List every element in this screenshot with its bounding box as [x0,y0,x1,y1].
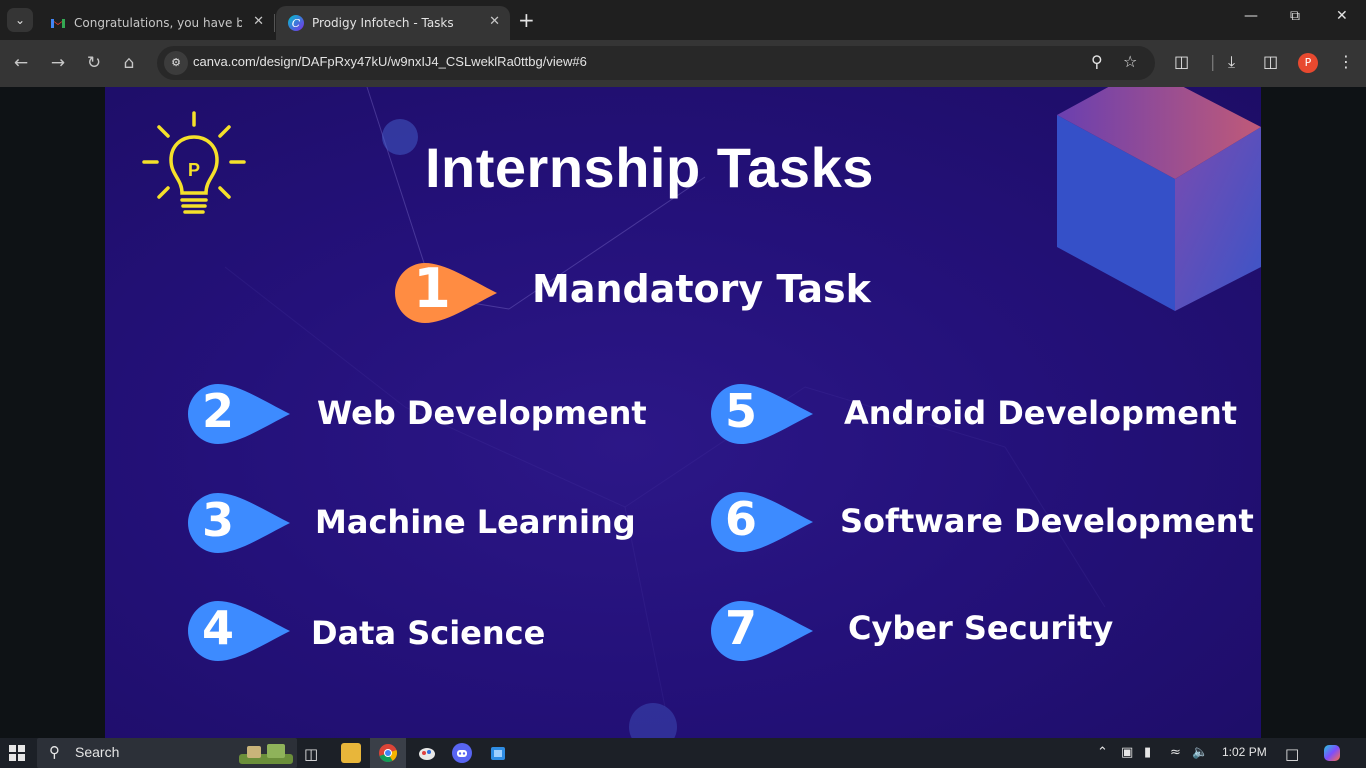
copilot-icon[interactable] [1322,743,1342,763]
windows-start-icon[interactable] [9,745,25,761]
lightbulb-logo-icon: P [142,111,246,214]
close-icon[interactable]: ✕ [489,14,500,29]
task-number: 5 [724,384,757,438]
site-info-icon[interactable]: ⚙ [164,51,188,75]
tab-gmail[interactable]: Congratulations, you have been ✕ [38,6,274,40]
new-tab-button[interactable]: + [518,8,535,32]
file-explorer-icon[interactable] [341,743,361,763]
address-bar[interactable]: ⚙ canva.com/design/DAFpRxy47kU/w9nxIJ4_C… [157,46,1155,80]
extensions-icon[interactable]: ◫ [1174,52,1189,71]
canva-icon: C [288,15,304,31]
task-label: Software Development [840,502,1254,540]
task-number: 7 [724,601,757,655]
system-clock[interactable]: 1:02 PM [1222,745,1267,759]
menu-kebab-icon[interactable]: ⋮ [1338,52,1354,71]
tab-title: Congratulations, you have been [74,16,242,30]
meet-now-icon[interactable]: ▣ [1121,745,1133,760]
task-item-mandatory: 1 Mandatory Task [393,257,913,325]
browser-tab-strip: ⌄ Congratulations, you have been ✕ C Pro… [0,0,1366,40]
discord-icon[interactable] [452,743,472,763]
task-label: Cyber Security [848,609,1114,647]
tab-title: Prodigy Infotech - Tasks [312,16,454,30]
presentation-slide: P Internship Tasks 1 Mandatory Task 2 We… [105,87,1261,738]
tab-separator [274,14,275,32]
task-label: Mandatory Task [532,267,871,311]
url-text[interactable]: canva.com/design/DAFpRxy47kU/w9nxIJ4_CSL… [193,54,587,69]
chrome-icon[interactable] [378,743,398,763]
close-icon[interactable]: ✕ [253,14,264,29]
side-panel-icon[interactable]: ◫ [1263,52,1278,71]
task-label: Machine Learning [315,503,636,541]
task-item-android-development: 5 Android Development [709,382,1237,446]
task-item-machine-learning: 3 Machine Learning [186,491,706,555]
store-app-icon[interactable] [488,743,508,763]
wifi-icon[interactable]: ≈ [1170,745,1181,760]
search-placeholder: Search [75,744,120,760]
notification-icon[interactable]: □ [1285,745,1299,763]
taskbar-search-box[interactable]: ⚲ Search [37,738,297,768]
page-viewport: P Internship Tasks 1 Mandatory Task 2 We… [0,87,1366,738]
task-item-web-development: 2 Web Development [186,382,706,446]
toolbar-divider: | [1210,52,1216,71]
forward-icon[interactable]: → [45,50,71,76]
battery-icon[interactable]: ▮ [1144,745,1151,760]
download-icon[interactable]: ⤓ [1228,52,1235,72]
browser-toolbar: ← → ↻ ⌂ ⚙ canva.com/design/DAFpRxy47kU/w… [0,40,1366,87]
chevron-up-icon[interactable]: ⌃ [1097,745,1108,760]
slide-title: Internship Tasks [425,136,874,199]
restore-icon[interactable]: ⧉ [1290,8,1300,24]
tab-search-button[interactable]: ⌄ [7,8,33,32]
back-icon[interactable]: ← [8,50,34,76]
search-highlight-illustration-icon [239,744,293,764]
task-view-icon[interactable]: ◫ [304,745,318,763]
task-item-cyber-security: 7 Cyber Security [709,599,1229,663]
minimize-icon[interactable]: — [1244,8,1258,24]
volume-icon[interactable]: 🔈 [1192,745,1208,760]
bookmark-star-icon[interactable]: ☆ [1123,52,1137,71]
svg-text:P: P [188,160,200,180]
home-icon[interactable]: ⌂ [116,50,142,76]
task-item-software-development: 6 Software Development [709,490,1254,554]
task-number: 1 [413,257,451,320]
tab-prodigy-tasks[interactable]: C Prodigy Infotech - Tasks ✕ [276,6,510,40]
profile-avatar[interactable]: P [1298,53,1318,73]
paint-app-icon[interactable] [417,743,437,763]
svg-text:C: C [292,17,301,30]
task-number: 4 [201,601,234,655]
reload-icon[interactable]: ↻ [81,50,107,76]
task-number: 3 [201,493,234,547]
task-item-data-science: 4 Data Science [186,599,706,663]
windows-taskbar: ⚲ Search ◫ ⌃ ▣ ▮ ≈ 🔈 1:02 PM □ [0,738,1366,768]
zoom-icon[interactable]: ⚲ [1091,52,1103,71]
close-window-icon[interactable]: ✕ [1336,8,1348,24]
search-icon: ⚲ [49,743,60,761]
task-number: 6 [724,492,757,546]
task-label: Web Development [317,394,647,432]
gmail-icon [51,19,65,28]
task-label: Android Development [844,394,1238,432]
task-number: 2 [201,384,234,438]
task-label: Data Science [311,614,546,652]
chevron-down-icon: ⌄ [14,13,26,27]
